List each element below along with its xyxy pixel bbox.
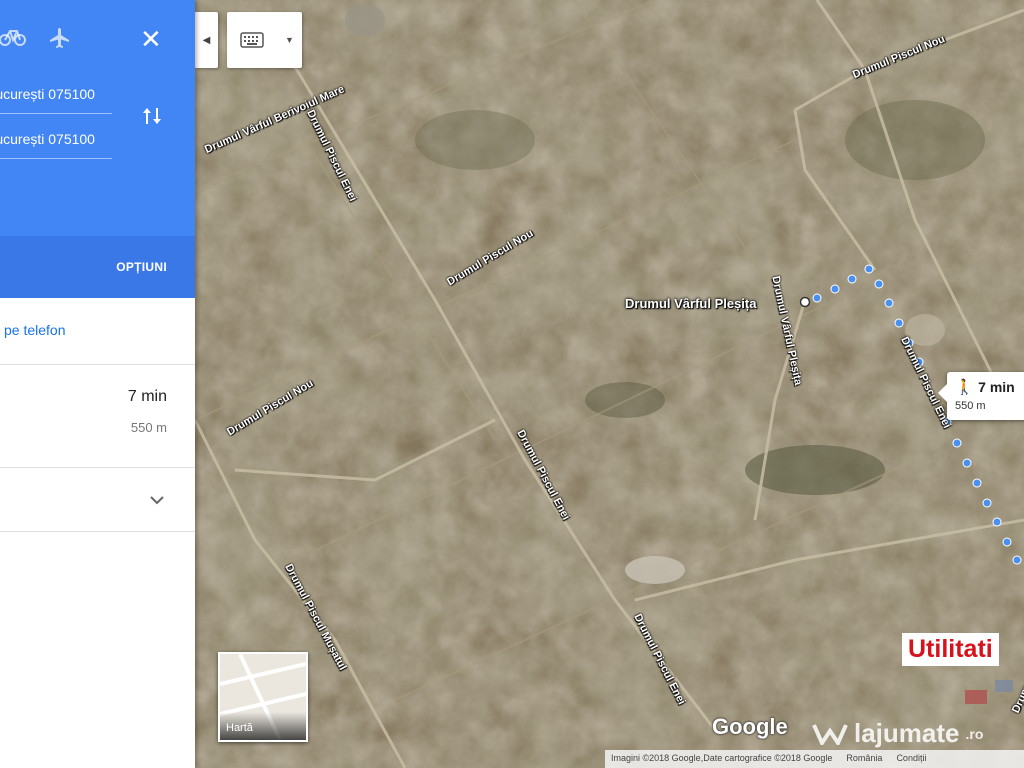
directions-panel: ✕ București 075100 București 075100 OPȚI… — [0, 0, 195, 768]
swap-icon[interactable] — [140, 104, 164, 133]
directions-header: ✕ București 075100 București 075100 — [0, 0, 195, 236]
collapse-panel-button[interactable]: ◀ — [195, 12, 218, 68]
bicycle-icon[interactable] — [0, 26, 26, 51]
route-option[interactable]: 7 min 550 m — [0, 365, 195, 467]
route-time: 7 min — [978, 379, 1015, 395]
map-layer-toggle[interactable]: Hartă — [218, 652, 308, 742]
route-info-bubble[interactable]: 🚶 7 min 550 m — [938, 372, 1024, 420]
watermark-text: lajumate — [854, 718, 960, 748]
airplane-icon[interactable] — [48, 26, 72, 55]
options-button[interactable]: OPȚIUNI — [116, 260, 167, 274]
place-marker — [799, 296, 811, 308]
origin-field[interactable]: București 075100 — [0, 86, 112, 114]
watermark-logo-icon — [812, 723, 848, 745]
walking-route — [799, 264, 1022, 565]
input-tools: ▼ — [227, 12, 302, 68]
country-link[interactable]: România — [846, 753, 882, 765]
divider — [0, 531, 195, 532]
terms-link[interactable]: Condiții — [896, 753, 926, 765]
watermark-suffix: .ro — [965, 725, 984, 742]
maps-app: Drumul Vârful Berivoiul Mare Drumul Pisc… — [0, 0, 1024, 768]
send-to-phone-link[interactable]: pe telefon — [4, 322, 66, 338]
route-duration: 7 min — [127, 388, 167, 405]
keyboard-button[interactable] — [227, 32, 277, 48]
keyboard-icon — [240, 32, 264, 48]
options-bar: OPȚIUNI — [0, 236, 195, 298]
google-logo: Google — [712, 714, 788, 739]
watermark: lajumate .ro — [812, 718, 983, 749]
destination-field[interactable]: București 075100 — [0, 131, 112, 159]
chevron-left-icon: ◀ — [202, 34, 211, 46]
caret-down-icon: ▼ — [285, 35, 294, 45]
layer-label: Hartă — [220, 712, 306, 740]
walking-icon: 🚶 — [955, 379, 974, 396]
close-icon[interactable]: ✕ — [140, 26, 162, 52]
satellite-map[interactable]: Drumul Vârful Berivoiul Mare Drumul Pisc… — [195, 0, 1024, 768]
place-label[interactable]: Drumul Vârful Pleșița — [625, 296, 756, 311]
attribution-bar: Imagini ©2018 Google,Date cartografice ©… — [605, 750, 1024, 768]
input-tools-dropdown[interactable]: ▼ — [277, 35, 302, 45]
route-distance: 550 m — [955, 400, 986, 412]
overlay-caption: Utilitati — [902, 633, 999, 666]
divider — [0, 467, 195, 468]
chevron-down-icon[interactable] — [150, 492, 164, 508]
imagery-credit: Imagini ©2018 Google,Date cartografice ©… — [611, 753, 833, 763]
route-distance: 550 m — [130, 420, 167, 435]
